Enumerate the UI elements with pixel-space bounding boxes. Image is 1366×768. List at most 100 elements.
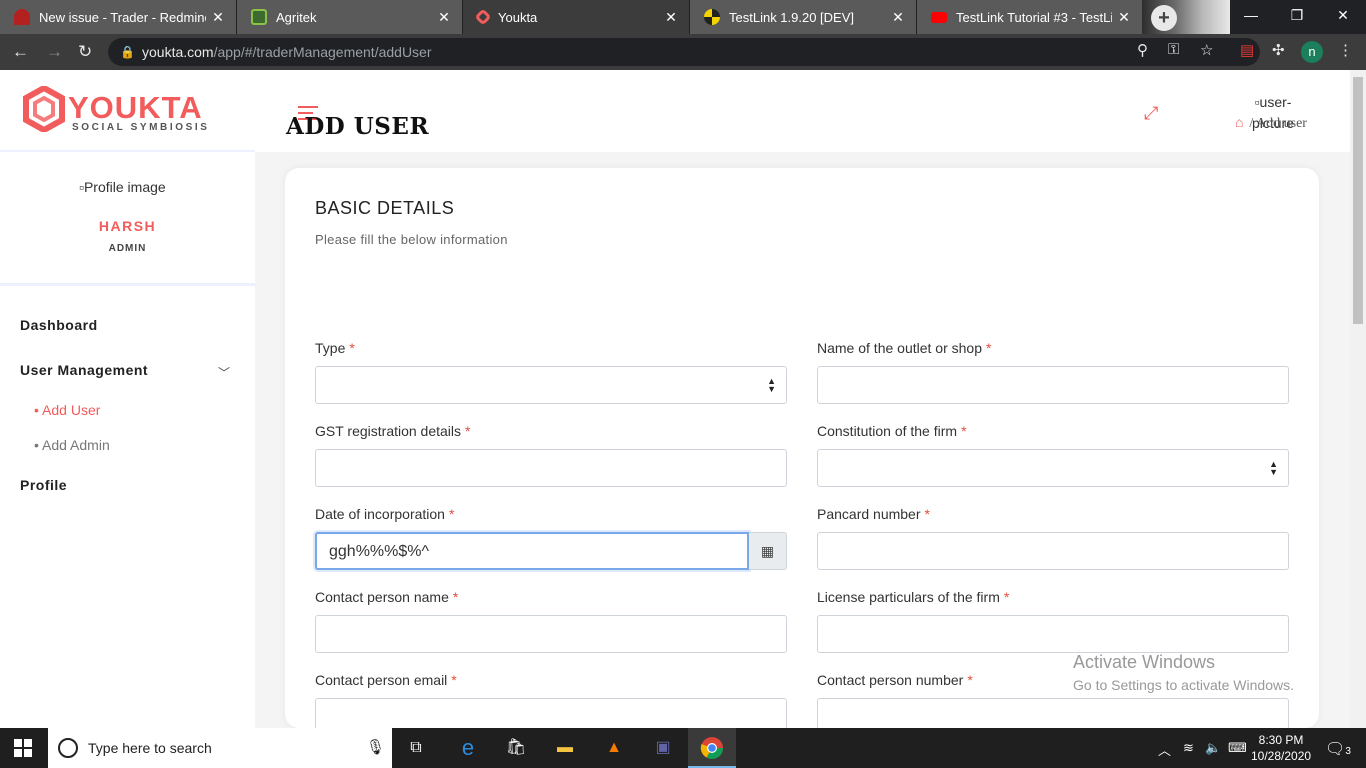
pancard-input[interactable] bbox=[817, 532, 1289, 570]
wifi-icon[interactable]: ≋ bbox=[1183, 740, 1194, 756]
activate-windows-text: Go to Settings to activate Windows. bbox=[1073, 677, 1294, 693]
label-text: Date of incorporation bbox=[315, 506, 445, 522]
constitution-label: Constitution of the firm * bbox=[817, 423, 967, 439]
nav-user-management[interactable]: User Management bbox=[20, 362, 148, 378]
divider bbox=[0, 150, 255, 152]
required-mark: * bbox=[986, 340, 992, 356]
reload-icon[interactable]: ↻ bbox=[78, 43, 92, 61]
select-arrows-icon: ▲ ▼ bbox=[1269, 459, 1278, 477]
nav-add-admin-label: Add Admin bbox=[42, 437, 110, 453]
redmine-icon bbox=[14, 9, 30, 25]
license-input[interactable] bbox=[817, 615, 1289, 653]
label-text: GST registration details bbox=[315, 423, 462, 439]
tab-agritek[interactable]: Agritek ✕ bbox=[237, 0, 462, 34]
close-window-button[interactable]: ✕ bbox=[1320, 0, 1366, 30]
label-text: Contact person name bbox=[315, 589, 449, 605]
language-icon[interactable]: ⌨ bbox=[1228, 740, 1247, 756]
contact-number-label: Contact person number * bbox=[817, 672, 973, 688]
breadcrumb-current: Add user bbox=[1256, 116, 1307, 131]
vlc-icon[interactable]: ▲ bbox=[602, 736, 626, 760]
pancard-label: Pancard number * bbox=[817, 506, 930, 522]
teams-icon[interactable]: ▣ bbox=[651, 736, 675, 760]
basic-details-card: BASIC DETAILS Please fill the below info… bbox=[285, 168, 1319, 736]
volume-icon[interactable]: 🔈 bbox=[1205, 740, 1221, 756]
menu-icon[interactable]: ⋮ bbox=[1338, 41, 1353, 59]
url-path: /app/#/traderManagement/addUser bbox=[213, 44, 432, 60]
nav-add-user[interactable]: • Add User bbox=[34, 402, 100, 418]
taskbar-clock[interactable]: 8:30 PM 10/28/2020 bbox=[1251, 732, 1311, 764]
edge-icon[interactable]: e bbox=[456, 736, 480, 760]
tab-redmine[interactable]: New issue - Trader - Redmine ✕ bbox=[0, 0, 236, 34]
task-view-icon[interactable]: ⧉ bbox=[404, 736, 428, 760]
key-icon[interactable]: ⚿ bbox=[1168, 41, 1179, 58]
store-icon[interactable]: 🛍 bbox=[504, 736, 528, 760]
star-icon[interactable]: ☆ bbox=[1200, 41, 1213, 59]
notification-count: 3 bbox=[1345, 746, 1351, 757]
maximize-button[interactable]: ❐ bbox=[1274, 0, 1320, 30]
divider bbox=[0, 283, 255, 286]
label-text: Pancard number bbox=[817, 506, 921, 522]
card-title: BASIC DETAILS bbox=[315, 198, 455, 218]
outlet-name-input[interactable] bbox=[817, 366, 1289, 404]
constitution-select[interactable]: ▲ ▼ bbox=[817, 449, 1289, 487]
nav-profile[interactable]: Profile bbox=[20, 477, 67, 493]
new-tab-button[interactable]: + bbox=[1151, 5, 1177, 31]
testlink-icon bbox=[704, 9, 720, 25]
home-icon[interactable]: ⌂ bbox=[1235, 116, 1243, 131]
minimize-button[interactable]: — bbox=[1228, 0, 1274, 30]
windows-start-icon[interactable] bbox=[14, 739, 32, 757]
close-icon[interactable]: ✕ bbox=[1116, 9, 1132, 26]
tab-testlink[interactable]: TestLink 1.9.20 [DEV] ✕ bbox=[690, 0, 916, 34]
tab-title: New issue - Trader - Redmine bbox=[39, 9, 206, 25]
tab-youtube[interactable]: TestLink Tutorial #3 - TestLink ✕ bbox=[917, 0, 1142, 34]
gst-input[interactable] bbox=[315, 449, 787, 487]
close-icon[interactable]: ✕ bbox=[210, 9, 226, 26]
chevron-down-icon[interactable]: ﹀ bbox=[218, 364, 230, 381]
nav-dashboard[interactable]: Dashboard bbox=[20, 317, 98, 333]
outlet-name-label: Name of the outlet or shop * bbox=[817, 340, 991, 356]
notifications-icon[interactable]: 🗨3 bbox=[1325, 739, 1351, 759]
microphone-icon[interactable]: 🎙 bbox=[366, 738, 385, 756]
scrollbar-thumb[interactable] bbox=[1353, 77, 1363, 324]
tab-title: TestLink 1.9.20 [DEV] bbox=[729, 9, 855, 25]
file-explorer-icon[interactable]: ▬ bbox=[553, 736, 577, 760]
logo-tagline: SOCIAL SYMBIOSIS bbox=[72, 122, 210, 133]
date-incorporation-input[interactable]: ggh%%%$%^ bbox=[315, 532, 749, 570]
fullscreen-icon[interactable]: ⤢ bbox=[1144, 103, 1158, 124]
required-mark: * bbox=[448, 506, 455, 522]
lock-icon: 🔒 bbox=[120, 45, 135, 59]
contact-name-input[interactable] bbox=[315, 615, 787, 653]
label-text: Constitution of the firm bbox=[817, 423, 958, 439]
required-mark: * bbox=[967, 672, 973, 688]
label-text: Type bbox=[315, 340, 346, 356]
nav-add-user-label: Add User bbox=[42, 402, 101, 418]
show-hidden-icons[interactable]: ︿ bbox=[1158, 740, 1171, 759]
address-bar[interactable]: 🔒 youkta.com/app/#/traderManagement/addU… bbox=[108, 38, 1260, 66]
location-icon[interactable]: ⚲ bbox=[1137, 41, 1148, 59]
close-icon[interactable]: ✕ bbox=[890, 9, 906, 26]
date-incorporation-label: Date of incorporation * bbox=[315, 506, 454, 522]
profile-image: ▫Profile image bbox=[79, 179, 166, 195]
contact-name-label: Contact person name * bbox=[315, 589, 458, 605]
pdf-extension-icon[interactable]: ▤ bbox=[1240, 41, 1254, 59]
type-select[interactable]: ▲ ▼ bbox=[315, 366, 787, 404]
taskbar-search[interactable]: Type here to search 🎙 bbox=[48, 728, 392, 768]
chrome-icon bbox=[700, 737, 723, 759]
label-text: Name of the outlet or shop bbox=[817, 340, 982, 356]
tab-title: Agritek bbox=[276, 9, 317, 25]
close-icon[interactable]: ✕ bbox=[663, 9, 679, 26]
back-icon[interactable]: ← bbox=[12, 43, 29, 61]
nav-add-admin[interactable]: • Add Admin bbox=[34, 437, 110, 453]
tab-youkta[interactable]: Youkta ✕ bbox=[463, 0, 689, 34]
label-text: Contact person email bbox=[315, 672, 448, 688]
calendar-icon[interactable]: ▦ bbox=[749, 532, 787, 570]
profile-role: ADMIN bbox=[108, 243, 147, 254]
chrome-taskbar-button[interactable] bbox=[688, 728, 736, 768]
url-host: youkta.com bbox=[142, 44, 214, 60]
close-icon[interactable]: ✕ bbox=[436, 9, 452, 26]
required-mark: * bbox=[452, 589, 459, 605]
forward-icon[interactable]: → bbox=[46, 43, 63, 61]
extensions-icon[interactable]: ✣ bbox=[1272, 41, 1285, 59]
profile-avatar[interactable]: n bbox=[1301, 41, 1323, 63]
activate-windows-title: Activate Windows bbox=[1073, 652, 1216, 672]
